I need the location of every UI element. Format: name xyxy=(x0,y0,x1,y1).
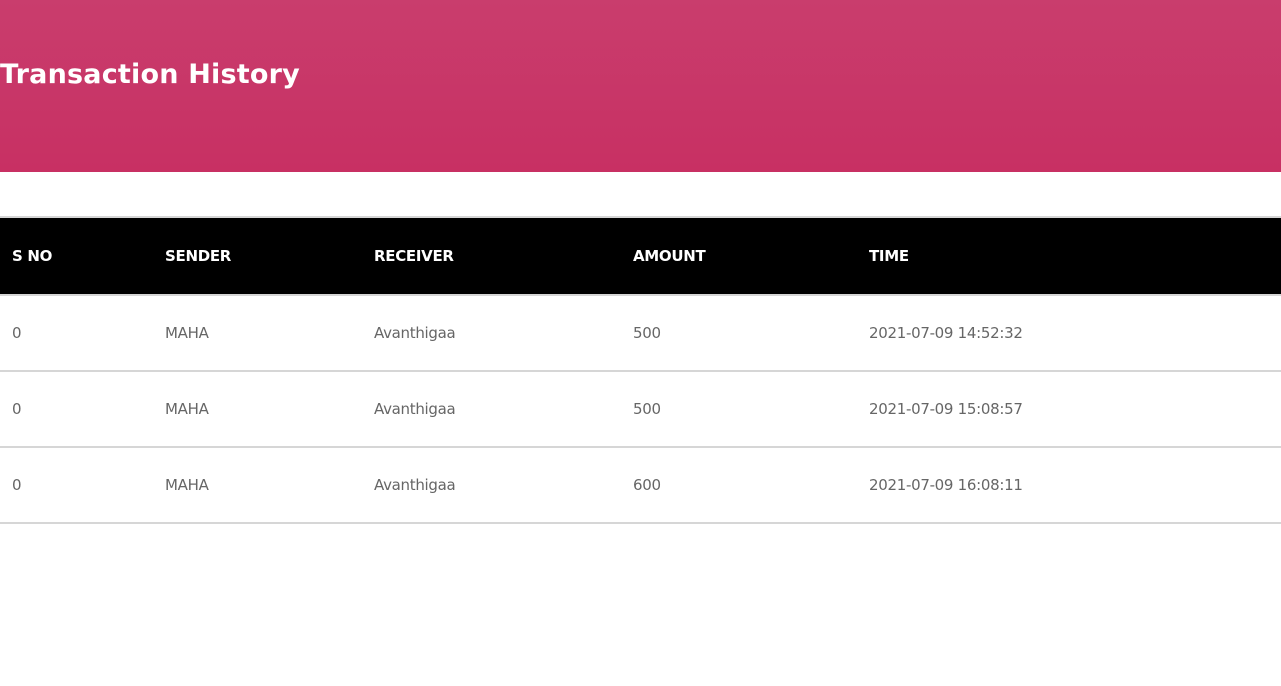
cell-s-no: 0 xyxy=(12,400,22,418)
table-row: 0 MAHA Avanthigaa 500 2021-07-09 15:08:5… xyxy=(0,371,1281,447)
table-header-row: S NO SENDER RECEIVER AMOUNT TIME xyxy=(0,217,1281,295)
cell-time: 2021-07-09 15:08:57 xyxy=(869,400,1023,418)
table-body: 0 MAHA Avanthigaa 500 2021-07-09 14:52:3… xyxy=(0,295,1281,523)
cell-s-no: 0 xyxy=(12,324,22,342)
column-header-amount: AMOUNT xyxy=(633,247,706,265)
table-row: 0 MAHA Avanthigaa 600 2021-07-09 16:08:1… xyxy=(0,447,1281,523)
cell-amount: 500 xyxy=(633,324,661,342)
cell-receiver: Avanthigaa xyxy=(374,324,456,342)
cell-time: 2021-07-09 14:52:32 xyxy=(869,324,1023,342)
cell-receiver: Avanthigaa xyxy=(374,476,456,494)
column-header-time: TIME xyxy=(869,247,909,265)
table-row: 0 MAHA Avanthigaa 500 2021-07-09 14:52:3… xyxy=(0,295,1281,371)
cell-sender: MAHA xyxy=(165,400,209,418)
transaction-table: S NO SENDER RECEIVER AMOUNT TIME 0 MAHA … xyxy=(0,216,1281,524)
column-header-sender: SENDER xyxy=(165,247,232,265)
column-header-receiver: RECEIVER xyxy=(374,247,454,265)
cell-receiver: Avanthigaa xyxy=(374,400,456,418)
transaction-table-container: S NO SENDER RECEIVER AMOUNT TIME 0 MAHA … xyxy=(0,216,1281,524)
cell-sender: MAHA xyxy=(165,476,209,494)
cell-amount: 500 xyxy=(633,400,661,418)
cell-s-no: 0 xyxy=(12,476,22,494)
cell-time: 2021-07-09 16:08:11 xyxy=(869,476,1023,494)
page-title: Transaction History xyxy=(0,59,300,90)
cell-sender: MAHA xyxy=(165,324,209,342)
column-header-s-no: S NO xyxy=(12,247,53,265)
cell-amount: 600 xyxy=(633,476,661,494)
table-header: S NO SENDER RECEIVER AMOUNT TIME xyxy=(0,217,1281,295)
page-header: Transaction History xyxy=(0,0,1281,172)
